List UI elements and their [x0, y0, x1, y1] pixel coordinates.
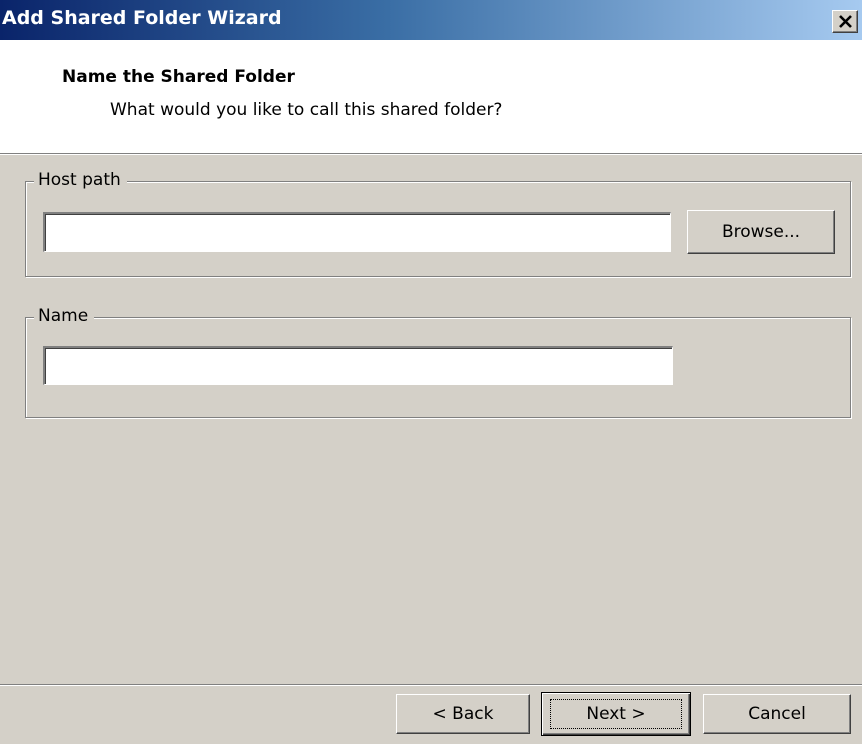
wizard-window: Add Shared Folder Wizard Name the Shared…: [0, 0, 862, 744]
next-button-label: Next >: [586, 704, 646, 724]
footer-separator: [0, 684, 862, 686]
header-separator: [0, 153, 862, 155]
host-path-group: Host path Browse...: [25, 170, 851, 277]
next-button[interactable]: Next >: [541, 692, 691, 736]
cancel-button[interactable]: Cancel: [703, 694, 851, 734]
browse-button[interactable]: Browse...: [687, 210, 835, 254]
name-group: Name: [25, 306, 851, 418]
close-button[interactable]: [832, 10, 858, 33]
host-path-input[interactable]: [43, 212, 671, 252]
title-bar[interactable]: Add Shared Folder Wizard: [0, 0, 862, 40]
page-subtitle: What would you like to call this shared …: [110, 100, 503, 120]
name-input[interactable]: [43, 346, 673, 385]
wizard-header: Name the Shared Folder What would you li…: [0, 40, 862, 153]
close-icon: [839, 15, 852, 28]
name-label: Name: [34, 306, 95, 326]
page-title: Name the Shared Folder: [62, 67, 295, 87]
host-path-label: Host path: [34, 170, 127, 190]
window-title: Add Shared Folder Wizard: [2, 7, 282, 29]
back-button[interactable]: < Back: [396, 694, 530, 734]
